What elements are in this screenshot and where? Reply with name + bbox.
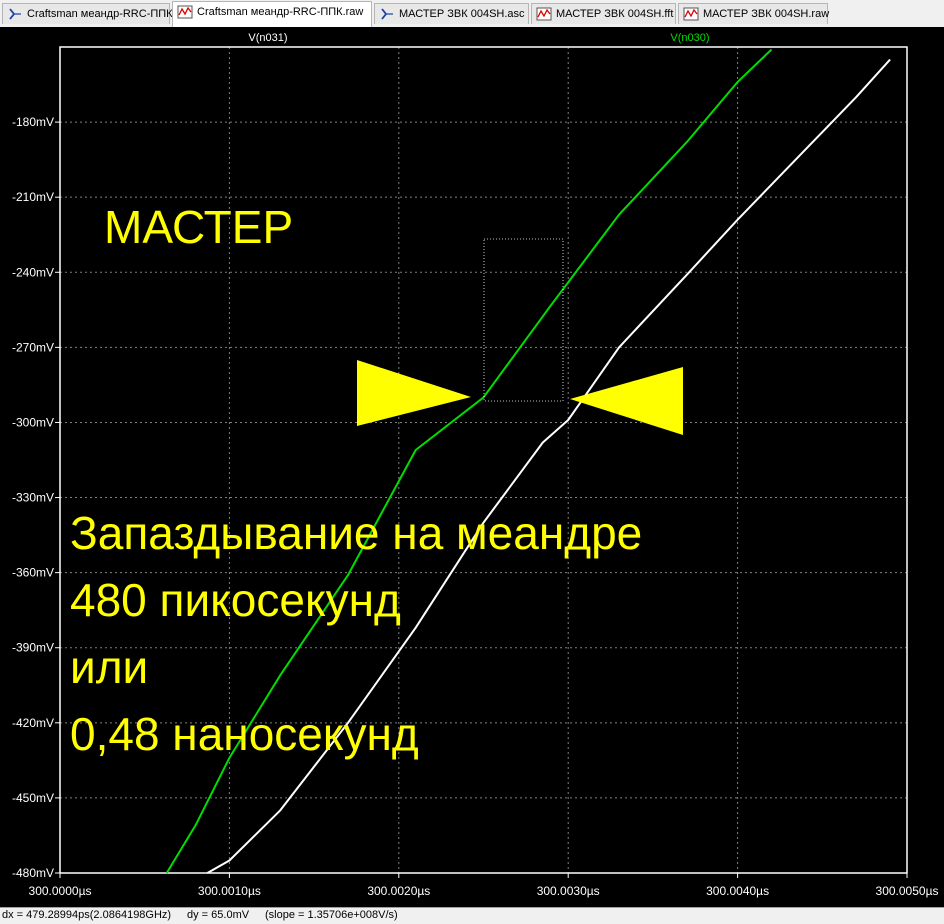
y-tick-label: -360mV	[12, 566, 54, 580]
annotation-line-4: 0,48 наносекунд	[70, 708, 419, 760]
trace-label-v-n030[interactable]: V(n030)	[670, 32, 709, 44]
y-tick-label: -450mV	[12, 791, 54, 805]
left-arrow-icon	[357, 360, 471, 426]
tab-5[interactable]: МАСТЕР ЗВК 004SH.raw	[678, 3, 830, 24]
tab-label: Craftsman меандр-RRC-ППК.asc	[27, 8, 193, 20]
y-tick-label: -270mV	[12, 340, 54, 354]
y-tick-label: -480mV	[12, 866, 54, 880]
x-tick-label: 300.0020µs	[367, 884, 430, 898]
tab-bar: Craftsman меандр-RRC-ППК.asc Craftsman ме…	[0, 0, 944, 28]
status-dy: dy = 65.0mV	[187, 909, 250, 921]
waveform-icon	[177, 5, 193, 19]
schematic-icon	[9, 8, 21, 20]
x-tick-label: 300.0040µs	[706, 884, 769, 898]
y-tick-label: -390mV	[12, 641, 54, 655]
tab-3[interactable]: МАСТЕР ЗВК 004SH.asc	[374, 3, 529, 24]
y-tick-label: -300mV	[12, 415, 54, 429]
tab-label: МАСТЕР ЗВК 004SH.asc	[399, 8, 525, 20]
x-tick-label: 300.0050µs	[876, 884, 939, 898]
tab-4[interactable]: МАСТЕР ЗВК 004SH.fft	[531, 3, 676, 24]
x-tick-label: 300.0000µs	[29, 884, 92, 898]
waveform-icon	[683, 7, 699, 21]
brand-label: МАСТЕР	[104, 201, 293, 253]
annotation-line-3: или	[70, 641, 148, 693]
annotation-line-1: Запаздывание на меандре	[70, 507, 642, 559]
trace-label-v-n031[interactable]: V(n031)	[248, 32, 287, 44]
status-bar: dx = 479.28994ps(2.0864198GHz) dy = 65.0…	[0, 907, 944, 924]
x-tick-label: 300.0030µs	[537, 884, 600, 898]
y-tick-label: -240mV	[12, 265, 54, 279]
zoom-box	[483, 238, 564, 402]
y-tick-label: -420mV	[12, 716, 54, 730]
tab-label: МАСТЕР ЗВК 004SH.fft	[556, 8, 674, 20]
tab-2[interactable]: Craftsman меандр-RRC-ППК.raw	[172, 1, 372, 27]
right-arrow-icon	[570, 367, 683, 435]
waveform-icon	[536, 7, 552, 21]
waveform-plot[interactable]: 300.0000µs 300.0010µs 300.0020µs 300.0030µs…	[0, 27, 944, 907]
y-tick-label: -180mV	[12, 115, 54, 129]
x-tick-label: 300.0010µs	[198, 884, 261, 898]
tab-label: Craftsman меандр-RRC-ППК.raw	[197, 6, 364, 18]
annotation-line-2: 480 пикосекунд	[70, 574, 401, 626]
status-dx: dx = 479.28994ps(2.0864198GHz)	[2, 909, 172, 921]
tab-label: МАСТЕР ЗВК 004SH.raw	[703, 8, 830, 20]
waveform-chart[interactable]: 300.0000µs 300.0010µs 300.0020µs 300.0030µs…	[0, 27, 944, 907]
y-tick-label: -330mV	[12, 491, 54, 505]
y-tick-label: -210mV	[12, 190, 54, 204]
status-slope: (slope = 1.35706e+008V/s)	[265, 909, 398, 921]
schematic-icon	[381, 8, 393, 20]
tab-1[interactable]: Craftsman меандр-RRC-ППК.asc	[2, 3, 193, 24]
